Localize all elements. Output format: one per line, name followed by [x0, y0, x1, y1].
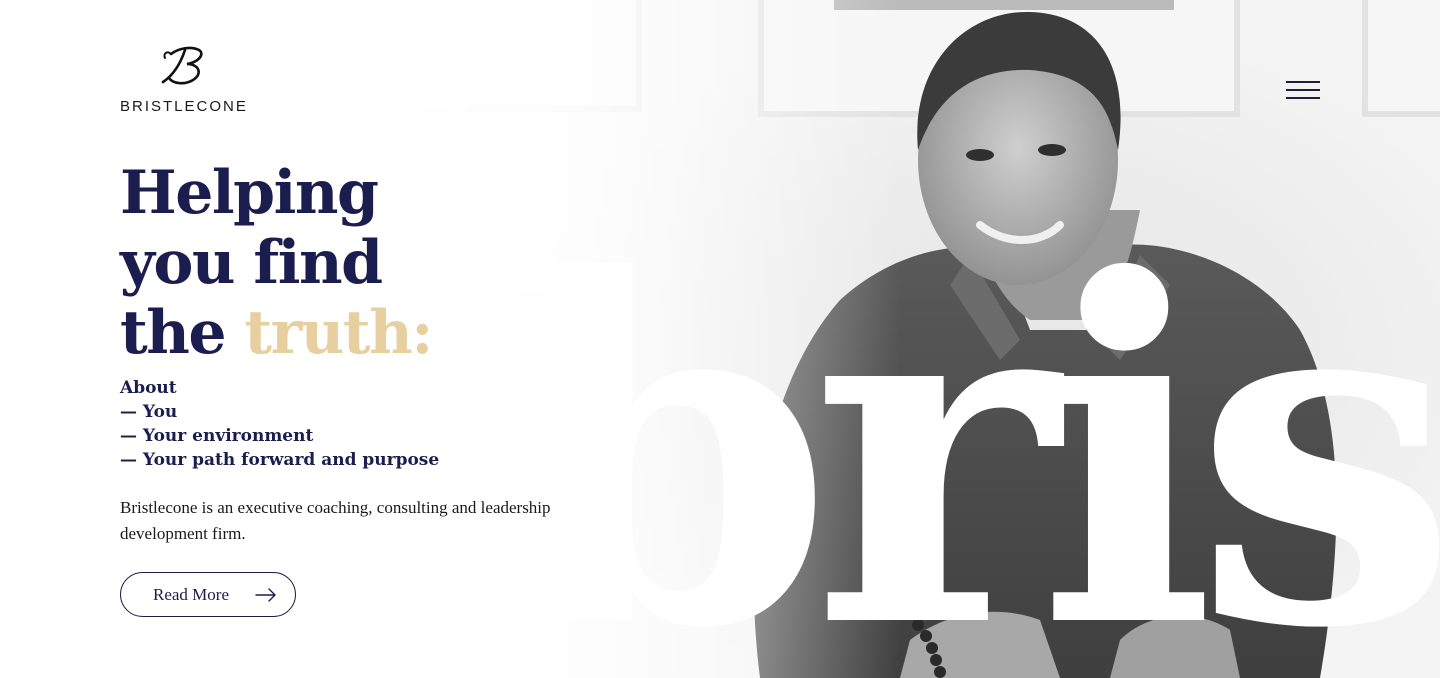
read-more-button[interactable]: Read More [120, 572, 296, 617]
headline-line-3: the [120, 298, 245, 368]
about-list: About — You — Your environment — Your pa… [120, 376, 439, 472]
bristlecone-monogram-logo [161, 46, 203, 85]
about-item: — Your environment [120, 426, 314, 446]
brand-logo-link[interactable]: BRISTLECONE [120, 44, 248, 115]
about-item: — You [120, 402, 178, 422]
hamburger-menu-icon[interactable] [1284, 78, 1322, 104]
arrow-right-icon [255, 588, 276, 602]
brand-name: BRISTLECONE [120, 98, 248, 115]
read-more-label: Read More [153, 584, 230, 604]
headline-line-2: you find [120, 228, 383, 298]
headline-line-1: Helping [120, 158, 379, 228]
hero-headline: Helping you find the truth: [120, 158, 433, 368]
headline-accent-word: truth: [244, 298, 433, 368]
about-item: — Your path forward and purpose [120, 450, 440, 470]
about-heading: About [120, 378, 177, 398]
background-brand-word: brist [505, 179, 1440, 678]
company-description: Bristlecone is an executive coaching, co… [120, 498, 551, 543]
